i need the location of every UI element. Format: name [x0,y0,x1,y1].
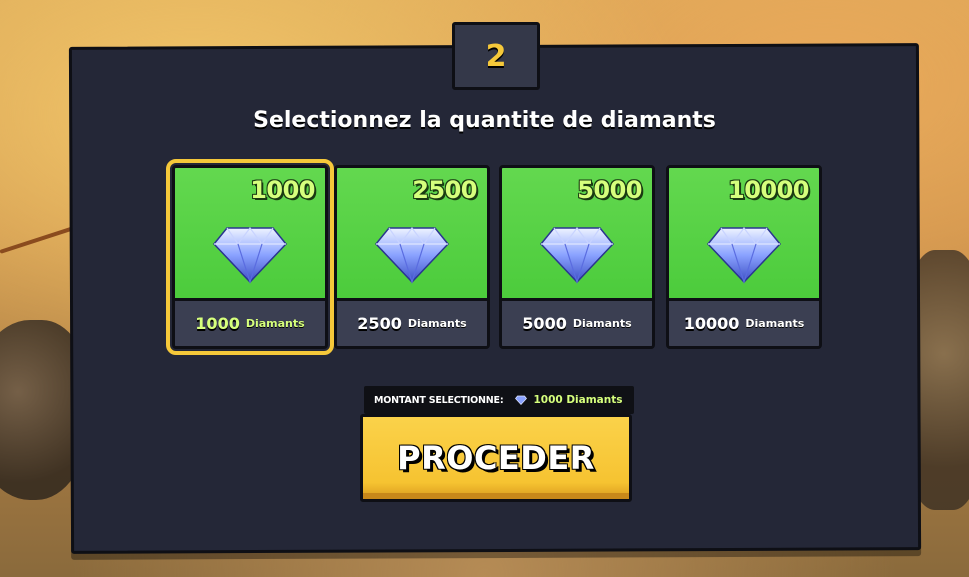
selected-amount-label: MONTANT SELECTIONNE: [374,394,504,406]
package-label-number: 1000 [195,314,240,333]
diamond-icon [375,227,449,284]
card-header: 5000 [502,168,652,304]
package-card-2500[interactable]: 2500 2500 Diamants [334,165,490,349]
card-label: 10000 Diamants [669,298,819,346]
card-header: 2500 [337,168,487,304]
package-label-number: 10000 [683,314,740,333]
package-card-5000[interactable]: 5000 5000 Diamants [499,165,655,349]
package-label-unit: Diamants [245,317,305,330]
card-header: 10000 [669,168,819,304]
panel-title: Selectionnez la quantite de diamants [253,108,716,133]
card-label: 1000 Diamants [175,298,325,346]
step-indicator: 2 [452,22,540,90]
package-amount: 10000 [728,176,810,204]
package-label-unit: Diamants [407,317,467,330]
package-amount: 5000 [577,176,642,204]
diamond-icon [540,227,614,284]
package-card-10000[interactable]: 10000 10000 Diamants [666,165,822,349]
package-card-1000[interactable]: 1000 1000 Diamants [166,159,334,355]
selected-amount-value: 1000 Diamants [533,394,623,406]
package-amount: 2500 [412,176,477,204]
package-label-number: 5000 [522,314,567,333]
selected-amount-bar: MONTANT SELECTIONNE: 1000 Diamants [364,386,634,414]
card-header: 1000 [175,168,325,304]
diamond-icon [707,227,781,284]
proceed-button[interactable]: PROCEDER [360,414,632,502]
diamond-icon [213,227,287,284]
card-label: 5000 Diamants [502,298,652,346]
package-amount: 1000 [250,176,315,204]
package-label-unit: Diamants [745,317,805,330]
diamond-icon [515,395,528,405]
package-label-number: 2500 [357,314,402,333]
package-label-unit: Diamants [572,317,632,330]
card-label: 2500 Diamants [337,298,487,346]
